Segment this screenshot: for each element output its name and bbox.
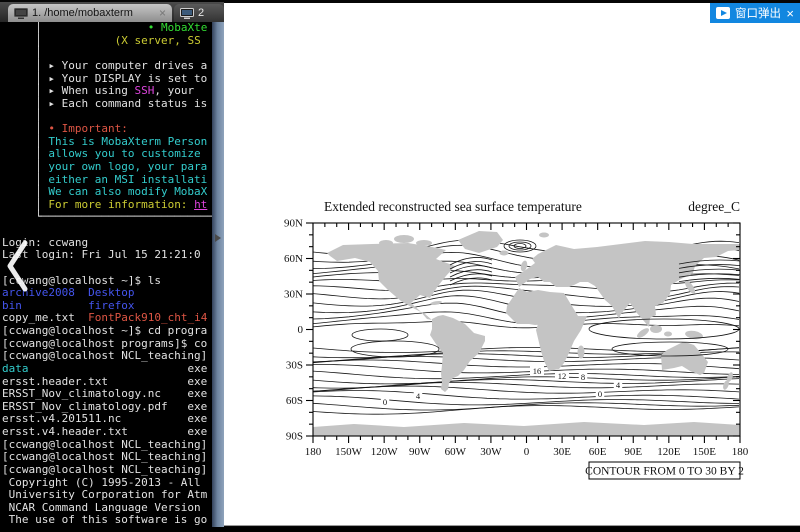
prev-chevron-icon[interactable] bbox=[4, 238, 30, 294]
contour-value-label: 16 bbox=[533, 366, 542, 376]
island bbox=[500, 251, 509, 256]
plot-title: Extended reconstructed sea surface tempe… bbox=[324, 199, 582, 214]
y-tick-label: 0 bbox=[298, 324, 304, 336]
contour-line bbox=[313, 391, 739, 400]
sst-contour-plot: 180 150W 120W 90W 60W 30W 0 30E 60E 90E 120E 150E 18… bbox=[224, 3, 800, 525]
contour-line bbox=[450, 262, 492, 269]
popup-close-icon[interactable]: × bbox=[786, 6, 794, 21]
x-tick-label: 0 bbox=[524, 446, 530, 458]
landmass bbox=[506, 288, 587, 371]
contour-loop bbox=[351, 341, 439, 357]
tab-label: 2 bbox=[198, 7, 204, 19]
y-tick-label: 60S bbox=[286, 395, 303, 407]
contour-line bbox=[313, 403, 739, 410]
island bbox=[416, 240, 432, 246]
tab-home-mobaxterm[interactable]: 1. /home/mobaxterm × bbox=[8, 4, 172, 22]
terminal-line: The use of this software is go bbox=[2, 514, 212, 527]
x-tick-label: 150W bbox=[335, 446, 363, 458]
x-tick-label: 30W bbox=[480, 446, 502, 458]
island bbox=[578, 346, 585, 359]
x-tick-label: 60E bbox=[589, 446, 607, 458]
y-tick-label: 30S bbox=[286, 360, 303, 372]
terminal-scrollbar[interactable] bbox=[212, 22, 224, 527]
bottom-bar bbox=[0, 527, 800, 532]
tab-close-icon[interactable]: × bbox=[159, 6, 166, 20]
island bbox=[430, 300, 442, 306]
contour-loop bbox=[589, 319, 739, 339]
contour-value-label: 0 bbox=[383, 397, 387, 407]
sidebar-collapse-arrow-icon[interactable] bbox=[215, 234, 221, 242]
tab-2[interactable]: 2 bbox=[174, 4, 224, 22]
terminal-icon bbox=[180, 8, 194, 19]
popout-button[interactable]: 窗口弹出 × bbox=[710, 3, 800, 23]
contour-line bbox=[313, 386, 739, 393]
island bbox=[650, 325, 662, 333]
plot-window: 180 150W 120W 90W 60W 30W 0 30E 60E 90E 120E 150E 18… bbox=[224, 3, 800, 526]
y-tick-label: 30N bbox=[284, 289, 303, 301]
contour-line bbox=[313, 406, 739, 415]
x-tick-label: 150E bbox=[693, 446, 717, 458]
terminal-icon bbox=[14, 8, 28, 19]
contour-loop bbox=[352, 329, 408, 341]
popout-label: 窗口弹出 bbox=[735, 5, 781, 21]
contour-value-label: 0 bbox=[598, 389, 602, 399]
x-tick-label: 120E bbox=[657, 446, 681, 458]
terminal-line: Last login: Fri Jul 15 21:21:0 bbox=[2, 249, 212, 262]
contour-line bbox=[313, 371, 739, 379]
screen: 180 150W 120W 90W 60W 30W 0 30E 60E 90E 120E 150E 18… bbox=[0, 0, 800, 532]
x-tick-label: 180 bbox=[732, 446, 749, 458]
x-tick-label: 180 bbox=[305, 446, 322, 458]
x-tick-label: 30E bbox=[553, 446, 571, 458]
terminal[interactable]: │ • MobaXte │ (X server, SS │ │ ▸ Your c… bbox=[0, 22, 212, 527]
island bbox=[539, 233, 549, 238]
tab-label: 1. /home/mobaxterm bbox=[32, 7, 133, 19]
x-tick-label: 90W bbox=[409, 446, 431, 458]
island bbox=[379, 240, 393, 246]
contour-line bbox=[313, 283, 739, 292]
landmass bbox=[313, 422, 740, 436]
island bbox=[664, 332, 672, 337]
play-icon bbox=[716, 7, 730, 19]
continents bbox=[313, 231, 740, 436]
y-tick-label: 60N bbox=[284, 253, 303, 265]
landmass bbox=[661, 342, 708, 375]
contour-note: CONTOUR FROM 0 TO 30 BY 2 bbox=[585, 466, 744, 478]
island bbox=[394, 235, 414, 243]
landmass bbox=[458, 231, 503, 253]
contour-value-label: 8 bbox=[581, 372, 585, 382]
contour-line bbox=[313, 396, 739, 405]
x-tick-label: 60W bbox=[445, 446, 467, 458]
island bbox=[636, 327, 651, 340]
landmass bbox=[327, 243, 455, 320]
x-tick-label: 90E bbox=[624, 446, 642, 458]
x-tick-label: 120W bbox=[371, 446, 399, 458]
units-label: degree_C bbox=[688, 199, 740, 214]
terminal-line: └──────────────────────────── bbox=[2, 211, 212, 224]
terminal-tab-bar: 1. /home/mobaxterm × 2 bbox=[0, 2, 224, 22]
contour-value-label: 12 bbox=[558, 371, 567, 381]
y-tick-label: 90S bbox=[286, 431, 303, 443]
y-tick-label: 90N bbox=[284, 218, 303, 230]
